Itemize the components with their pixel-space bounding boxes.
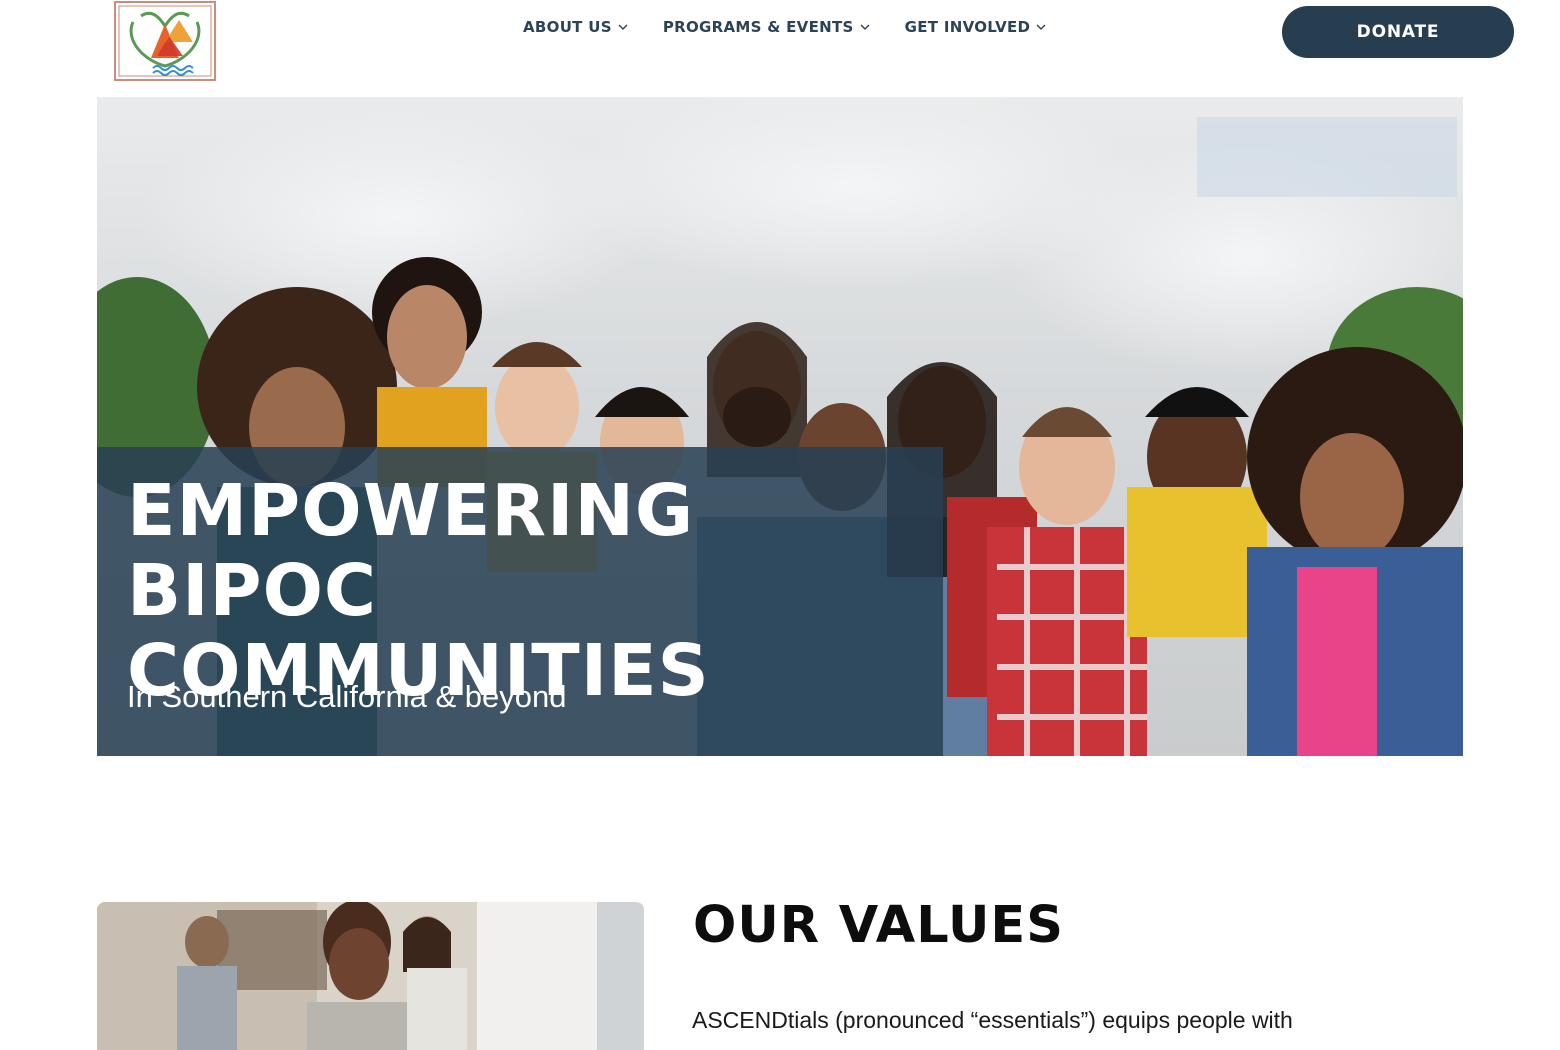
nav-item-programs-events[interactable]: PROGRAMS & EVENTS [663, 18, 871, 36]
hero-banner: EMPOWERING BIPOC COMMUNITIES In Southern… [97, 97, 1463, 756]
values-text: ASCENDtials (pronounced “essentials”) eq… [692, 1007, 1293, 1033]
site-logo[interactable] [113, 0, 217, 82]
site-header: ABOUT US PROGRAMS & EVENTS GET INVOLVED … [0, 0, 1560, 92]
nav-item-label: GET INVOLVED [904, 18, 1031, 36]
hero-title-line-1: EMPOWERING BIPOC [127, 469, 695, 632]
main-nav: ABOUT US PROGRAMS & EVENTS GET INVOLVED [523, 18, 1081, 36]
values-title: OUR VALUES [693, 896, 1064, 955]
values-photo [97, 902, 644, 1050]
nav-item-get-involved[interactable]: GET INVOLVED [905, 18, 1048, 36]
nav-item-about-us[interactable]: ABOUT US [523, 18, 629, 36]
nav-item-label: PROGRAMS & EVENTS [662, 18, 854, 36]
hero-overlay-panel: EMPOWERING BIPOC COMMUNITIES In Southern… [97, 447, 943, 756]
nav-item-label: ABOUT US [523, 18, 612, 36]
values-photo-image [97, 902, 644, 1050]
hero-title: EMPOWERING BIPOC COMMUNITIES [127, 471, 927, 711]
logo-icon [114, 1, 216, 81]
chevron-down-icon [860, 24, 870, 30]
donate-button[interactable]: DONATE [1282, 6, 1514, 58]
chevron-down-icon [618, 24, 628, 30]
hero-subtitle: In Southern California & beyond [127, 679, 567, 714]
chevron-down-icon [1036, 24, 1046, 30]
